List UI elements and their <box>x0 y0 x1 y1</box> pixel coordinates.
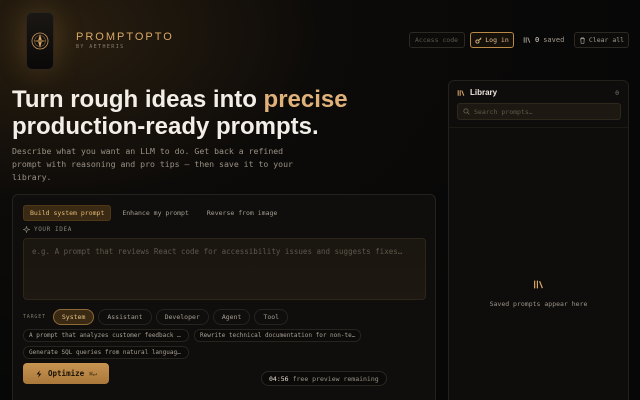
library-empty-message: Saved prompts appear here <box>489 300 588 308</box>
library-divider <box>449 127 628 128</box>
clear-all-button[interactable]: Clear all <box>574 32 629 48</box>
mode-tabs: Build system prompt Enhance my prompt Re… <box>23 205 284 221</box>
saved-count-number: 0 <box>535 36 540 44</box>
library-count: 0 <box>615 89 619 97</box>
key-icon <box>475 36 482 44</box>
preview-text: free preview remaining <box>292 374 379 383</box>
brand-subtitle: BY AETHERIS <box>76 44 125 50</box>
saved-count-label: saved <box>543 36 565 44</box>
hero-description: Describe what you want an LLM to do. Get… <box>12 146 293 182</box>
target-assistant[interactable]: Assistant <box>98 309 152 325</box>
target-selector: TARGET System Assistant Developer Agent … <box>23 309 289 325</box>
library-books-icon <box>457 89 465 96</box>
idea-textarea[interactable]: e.g. A prompt that reviews React code fo… <box>23 238 426 300</box>
library-title-text: Library <box>470 88 498 97</box>
hero-title-accent: precise <box>263 86 348 113</box>
clear-all-label: Clear all <box>588 36 625 44</box>
library-panel: Library 0 Saved prompts appear here <box>448 80 629 400</box>
example-chip[interactable]: A prompt that analyzes customer feedback… <box>23 329 189 342</box>
saved-counter: 0 saved <box>523 32 564 48</box>
target-developer[interactable]: Developer <box>155 309 209 325</box>
trash-icon <box>579 36 585 44</box>
search-icon <box>463 108 470 115</box>
logo <box>26 12 54 70</box>
example-prompts: A prompt that analyzes customer feedback… <box>23 329 433 363</box>
access-code-input[interactable] <box>409 32 465 48</box>
library-search-input[interactable] <box>474 107 614 116</box>
tab-build-system-prompt[interactable]: Build system prompt <box>23 205 112 221</box>
library-title: Library <box>457 88 497 97</box>
target-system[interactable]: System <box>52 309 95 325</box>
library-books-icon <box>534 280 543 289</box>
target-label: TARGET <box>23 314 46 320</box>
idea-label-text: YOUR IDEA <box>34 226 72 233</box>
example-chip[interactable]: Rewrite technical documentation for non-… <box>194 329 362 342</box>
library-search[interactable] <box>457 103 621 120</box>
compass-emblem-icon <box>31 32 49 50</box>
preview-time: 04:56 <box>269 374 289 383</box>
brand-name: PROMPTOPTO <box>76 31 174 43</box>
target-tool[interactable]: Tool <box>254 309 289 325</box>
library-books-icon <box>523 37 531 43</box>
optimize-label: Optimize <box>48 369 85 378</box>
optimize-button[interactable]: Optimize ⌘↵ <box>23 363 109 384</box>
free-preview-timer: 04:56 free preview remaining <box>261 371 387 386</box>
login-label: Log in <box>485 36 509 44</box>
sparkle-icon <box>23 226 30 233</box>
hero-title-end: production-ready prompts. <box>12 113 319 140</box>
idea-label: YOUR IDEA <box>23 226 72 233</box>
lightning-icon <box>36 369 42 378</box>
idea-placeholder: e.g. A prompt that reviews React code fo… <box>32 247 403 256</box>
tab-reverse-from-image[interactable]: Reverse from image <box>200 205 284 221</box>
example-chip[interactable]: Generate SQL queries from natural langua… <box>23 346 189 359</box>
login-button[interactable]: Log in <box>470 32 514 48</box>
target-agent[interactable]: Agent <box>212 309 251 325</box>
tab-enhance-my-prompt[interactable]: Enhance my prompt <box>115 205 196 221</box>
hero-title: Turn rough ideas into precise production-… <box>12 86 432 140</box>
prompt-builder-panel: Build system prompt Enhance my prompt Re… <box>12 194 436 400</box>
optimize-shortcut: ⌘↵ <box>89 369 97 378</box>
hero-title-start: Turn rough ideas into <box>12 86 264 113</box>
